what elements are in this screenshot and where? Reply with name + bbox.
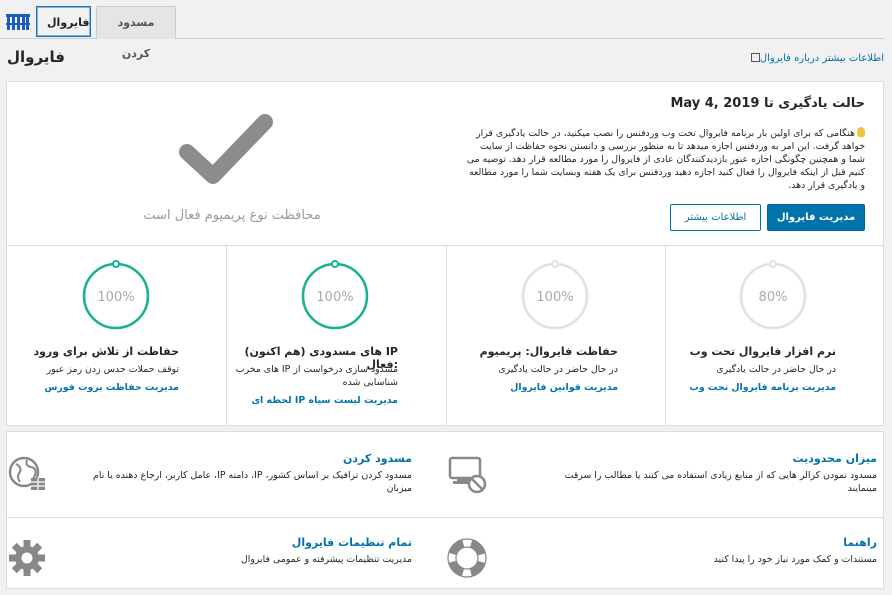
- stat-waf: 80% نرم افزار فایروال تحت وب در حال حاضر…: [664, 246, 884, 426]
- manage-firewall-button[interactable]: مدیریت فایروال: [767, 204, 865, 231]
- tool-description: مسدود کردن ترافیک بر اساس کشور، IP، دامن…: [93, 470, 412, 494]
- tool-description: مستندات و کمک مورد نیاز خود را پیدا کنید: [713, 554, 877, 565]
- ring-handle: [769, 260, 777, 268]
- progress-ring: 80%: [739, 260, 807, 330]
- ring-percent: 100%: [97, 290, 134, 305]
- stat-description: مسدود سازی درخواست از IP های مخرب شناسای…: [235, 364, 398, 388]
- stat-link[interactable]: مدیریت قوانین فایروال: [448, 382, 618, 393]
- tool-title[interactable]: میزان محدودیت: [793, 452, 877, 465]
- premium-status-text: محافظت نوع پریمیوم فعال است: [143, 208, 321, 223]
- globe-block-icon: [8, 456, 45, 490]
- ring-handle: [551, 260, 559, 268]
- lifebuoy-icon: [447, 538, 487, 578]
- stat-link[interactable]: مدیریت حفاظت بروت فورس: [9, 382, 179, 393]
- progress-ring: 100%: [82, 260, 150, 330]
- tool-title[interactable]: تمام تنظیمات فایروال: [292, 536, 412, 549]
- tool-help[interactable]: راهنما مستندات و کمک مورد نیاز خود را پی…: [447, 536, 877, 595]
- stat-link[interactable]: مدیریت برنامه فایروال تحت وب: [666, 382, 836, 393]
- tool-all-firewall-options[interactable]: تمام تنظیمات فایروال مدیریت تنظیمات پیشر…: [7, 536, 412, 595]
- stat-title: حفاظت از تلاش برای ورود: [33, 345, 179, 358]
- rate-limit-monitor-icon: [448, 456, 487, 494]
- firewall-stats: 80% نرم افزار فایروال تحت وب در حال حاضر…: [7, 245, 884, 426]
- ring-percent: 80%: [759, 290, 788, 305]
- learn-more-button[interactable]: اطلاعات بیشتر: [670, 204, 761, 231]
- tool-blocking[interactable]: مسدود کردن مسدود کردن ترافیک بر اساس کشو…: [7, 452, 412, 522]
- firewall-tools-card: میزان محدودیت مسدود نمودن کرالر هایی که …: [6, 431, 884, 589]
- firewall-status-card: محافظت نوع پریمیوم فعال است حالت یادگیری…: [6, 81, 884, 426]
- progress-ring: 100%: [301, 260, 369, 330]
- learning-mode-title: حالت یادگیری تا May 4, 2019: [670, 96, 865, 111]
- tab-blocking[interactable]: مسدود کردن: [96, 6, 176, 60]
- stat-description: توقف حملات حدس زدن رمز عبور: [46, 364, 179, 375]
- stat-brute-force: 100% حفاظت از تلاش برای ورود توقف حملات …: [7, 246, 227, 426]
- tool-rate-limiting[interactable]: میزان محدودیت مسدود نمودن کرالر هایی که …: [447, 452, 877, 522]
- tab-firewall[interactable]: فایروال: [36, 6, 91, 37]
- tool-description: مدیریت تنظیمات پیشرفته و عمومی فایروال: [240, 554, 412, 565]
- lightbulb-icon: [857, 127, 865, 137]
- page-title: فایروال: [7, 48, 65, 66]
- stat-title: نرم افزار فایروال تحت وب: [689, 345, 836, 358]
- stat-firewall-protection: 100% حفاظت فایروال: پریمیوم در حال حاضر …: [446, 246, 666, 426]
- external-link-icon: [750, 53, 760, 62]
- gear-icon: [9, 540, 45, 576]
- tool-title[interactable]: راهنما: [843, 536, 877, 549]
- stat-title: حفاظت فایروال: پریمیوم: [479, 345, 618, 358]
- ring-handle: [112, 260, 120, 268]
- stat-description: در حال حاضر در حالت یادگیری: [498, 364, 618, 375]
- tab-bar: فایروال مسدود کردن: [0, 0, 884, 60]
- tool-title[interactable]: مسدود کردن: [343, 452, 412, 465]
- learning-mode-description: هنگامی که برای اولین بار برنامه فایروال …: [466, 127, 865, 191]
- wordfence-logo-icon: [6, 14, 30, 30]
- learn-more-link[interactable]: اطلاعات بیشتر درباره فایروال: [748, 53, 884, 64]
- tool-description: مسدود نمودن کرالر هایی که از منابع زیادی…: [564, 470, 877, 494]
- progress-ring: 100%: [521, 260, 589, 330]
- ring-percent: 100%: [316, 290, 353, 305]
- ring-percent: 100%: [536, 290, 573, 305]
- stat-link[interactable]: مدیریت لیست سیاه IP لحظه ای: [228, 395, 398, 406]
- stat-description: در حال حاضر در حالت یادگیری: [716, 364, 836, 375]
- checkmark-icon: [179, 114, 273, 184]
- stat-blocked-ips: 100% IP های مسدودی (هم اکنون) :فعال مسدو…: [226, 246, 446, 426]
- ring-handle: [331, 260, 339, 268]
- premium-status: محافظت نوع پریمیوم فعال است: [7, 82, 442, 245]
